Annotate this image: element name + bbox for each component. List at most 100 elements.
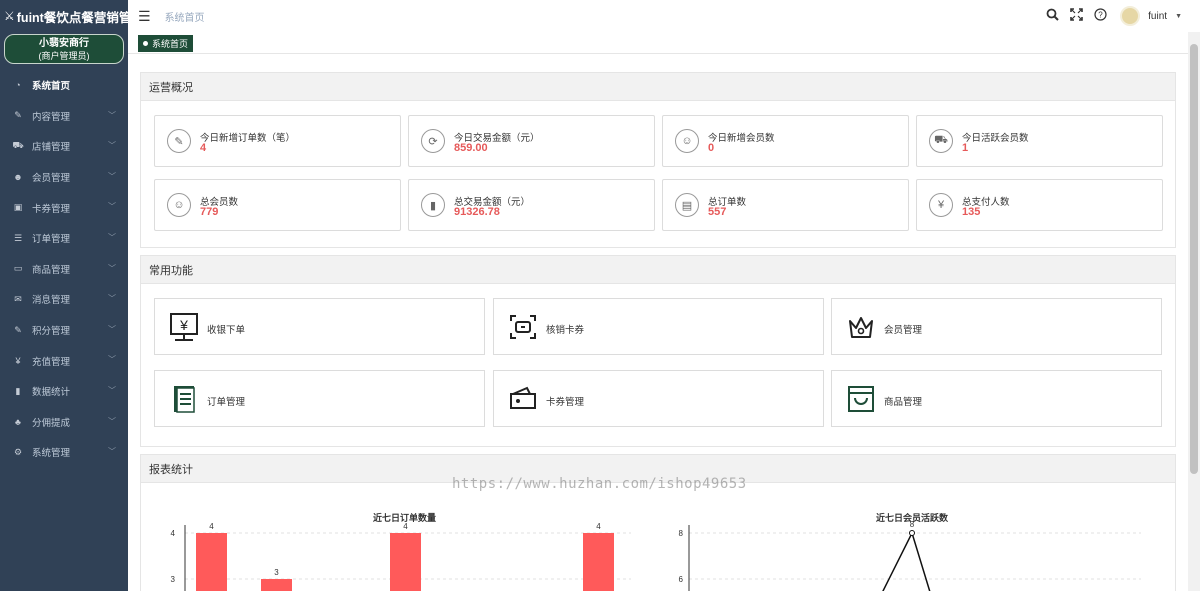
cart-icon: ⛟ xyxy=(12,140,24,151)
bar-label: 4 xyxy=(209,522,214,531)
stat-card[interactable]: ⟳ 今日交易金额（元） 859.00 xyxy=(408,115,655,167)
order-book-icon xyxy=(174,386,195,413)
sidebar-item-2[interactable]: ⛟ 店铺管理 ﹀ xyxy=(0,131,128,162)
sidebar-item-12[interactable]: ⚙ 系统管理 ﹀ xyxy=(0,437,128,468)
func-orders[interactable]: 订单管理 xyxy=(154,370,485,427)
hamburger-icon[interactable]: ☰ xyxy=(138,8,151,25)
bar xyxy=(196,533,227,591)
points-icon: ✎ xyxy=(14,324,22,335)
chevron-down-icon: ﹀ xyxy=(108,110,116,120)
bar-chart-icon: ▮ xyxy=(15,385,21,396)
sidebar-item-4[interactable]: ▣ 卡券管理 ﹀ xyxy=(0,192,128,223)
stat-icon: ⟳ xyxy=(421,129,445,153)
functions-panel: 常用功能 ¥ 收银下单 核销卡券 会员管理 订单管理 卡券管理 商品管理 xyxy=(140,255,1176,447)
func-verify-coupon[interactable]: 核销卡券 xyxy=(493,298,824,355)
scan-ticket-icon xyxy=(510,315,536,339)
sidebar-item-6[interactable]: ▭ 商品管理 ﹀ xyxy=(0,254,128,285)
wallet-icon xyxy=(510,386,536,409)
username[interactable]: fuint xyxy=(1148,11,1167,22)
sidebar-item-label: 积分管理 xyxy=(32,326,71,338)
stat-card[interactable]: ⛟ 今日活跃会员数 1 xyxy=(916,115,1163,167)
stat-icon: ▮ xyxy=(421,193,445,217)
chevron-down-icon: ﹀ xyxy=(108,171,116,181)
chevron-down-icon: ﹀ xyxy=(108,447,116,457)
stat-label: 今日新增订单数（笔） xyxy=(200,133,296,144)
y-tick-label: 4 xyxy=(171,529,176,538)
stat-card[interactable]: ✎ 今日新增订单数（笔） 4 xyxy=(154,115,401,167)
sidebar-item-label: 店铺管理 xyxy=(32,142,71,154)
sidebar-item-8[interactable]: ✎ 积分管理 ﹀ xyxy=(0,315,128,346)
func-label: 会员管理 xyxy=(884,325,923,336)
sidebar-item-label: 订单管理 xyxy=(32,234,71,246)
sidebar-item-0[interactable]: ◔ 系统首页 xyxy=(0,70,128,101)
page-scrollbar[interactable] xyxy=(1188,32,1200,591)
sidebar-menu: ◔ 系统首页 ✎ 内容管理 ﹀ ⛟ 店铺管理 ﹀ ☻ 会员管理 ﹀ ▣ 卡券管理 ﹀ ☰ 订单管理 ﹀ ▭ 商品管理… xyxy=(0,70,128,468)
bar xyxy=(390,533,421,591)
sidebar: ⚔ fuint餐饮点餐营销管理... 小翡安商行 (商户管理员) ◔ 系统首页 ✎ 内… xyxy=(0,0,128,591)
stat-card[interactable]: ¥ 总支付人数 135 xyxy=(916,179,1163,231)
bar xyxy=(261,579,292,591)
app-logo[interactable]: ⚔ fuint餐饮点餐营销管理... xyxy=(0,0,128,32)
func-member[interactable]: 会员管理 xyxy=(831,298,1162,355)
breadcrumb[interactable]: 系统首页 xyxy=(165,9,205,24)
logo-icon: ⚔ xyxy=(4,9,15,23)
chevron-down-icon: ﹀ xyxy=(108,294,116,304)
chevron-down-icon: ﹀ xyxy=(108,385,116,395)
chevron-down-icon[interactable]: ▼ xyxy=(1175,13,1182,20)
chevron-down-icon: ﹀ xyxy=(108,141,116,151)
stat-icon: ⛟ xyxy=(929,129,953,153)
func-label: 卡券管理 xyxy=(546,397,585,408)
sidebar-item-5[interactable]: ☰ 订单管理 ﹀ xyxy=(0,223,128,254)
sidebar-item-1[interactable]: ✎ 内容管理 ﹀ xyxy=(0,101,128,132)
overview-panel: 运营概况 ✎ 今日新增订单数（笔） 4 ⟳ 今日交易金额（元） 859.00 ☺ 今日新增会员… xyxy=(140,72,1176,248)
svg-text:¥: ¥ xyxy=(179,317,188,333)
fullscreen-icon[interactable] xyxy=(1068,8,1084,24)
stat-card[interactable]: ▤ 总订单数 557 xyxy=(662,179,909,231)
stat-card[interactable]: ☺ 今日新增会员数 0 xyxy=(662,115,909,167)
stat-card[interactable]: ▮ 总交易金额（元） 91326.78 xyxy=(408,179,655,231)
chevron-down-icon: ﹀ xyxy=(108,324,116,334)
merchant-badge[interactable]: 小翡安商行 (商户管理员) xyxy=(4,34,124,64)
bar-label: 4 xyxy=(596,522,601,531)
tree-icon: ♣ xyxy=(15,416,21,427)
sidebar-item-7[interactable]: ✉ 消息管理 ﹀ xyxy=(0,284,128,315)
chevron-down-icon: ﹀ xyxy=(108,263,116,273)
edit-icon: ✎ xyxy=(14,110,22,121)
tag-home[interactable]: 系统首页 xyxy=(138,35,194,52)
stat-icon: ▤ xyxy=(675,193,699,217)
func-label: 商品管理 xyxy=(884,397,923,408)
chevron-down-icon: ﹀ xyxy=(108,355,116,365)
stat-value: 859.00 xyxy=(454,142,488,154)
func-coupons[interactable]: 卡券管理 xyxy=(493,370,824,427)
top-bar: ☰ 系统首页 ? fuint ▼ xyxy=(128,0,1200,32)
sidebar-item-label: 数据统计 xyxy=(32,387,71,399)
help-icon[interactable]: ? xyxy=(1092,8,1108,24)
y-tick-label: 3 xyxy=(171,575,176,584)
sidebar-item-11[interactable]: ♣ 分佣提成 ﹀ xyxy=(0,407,128,438)
stat-card[interactable]: ☺ 总会员数 779 xyxy=(154,179,401,231)
card-icon: ▣ xyxy=(13,202,23,213)
func-goods[interactable]: 商品管理 xyxy=(831,370,1162,427)
avatar[interactable] xyxy=(1120,6,1141,26)
stat-value: 779 xyxy=(200,206,219,218)
sidebar-item-label: 内容管理 xyxy=(32,111,71,123)
sidebar-item-10[interactable]: ▮ 数据统计 ﹀ xyxy=(0,376,128,407)
stat-icon: ¥ xyxy=(929,193,953,217)
func-cashier[interactable]: ¥ 收银下单 xyxy=(154,298,485,355)
func-label: 核销卡券 xyxy=(546,325,585,336)
point-label: 8 xyxy=(910,520,915,529)
sidebar-item-9[interactable]: ¥ 充值管理 ﹀ xyxy=(0,345,128,376)
users-icon: ☻ xyxy=(13,172,23,183)
stat-icon: ☺ xyxy=(675,129,699,153)
sidebar-item-3[interactable]: ☻ 会员管理 ﹀ xyxy=(0,162,128,193)
crown-icon xyxy=(849,317,873,338)
tags-view: 系统首页 xyxy=(128,32,1200,54)
bar-label: 3 xyxy=(274,568,279,577)
merchant-role: (商户管理员) xyxy=(38,51,90,61)
sidebar-item-label: 充值管理 xyxy=(32,356,71,368)
sidebar-item-label: 商品管理 xyxy=(32,264,71,276)
scrollbar-thumb[interactable] xyxy=(1190,44,1198,474)
search-icon[interactable] xyxy=(1044,8,1060,24)
svg-text:?: ? xyxy=(1098,11,1103,20)
sidebar-item-label: 分佣提成 xyxy=(32,417,71,429)
